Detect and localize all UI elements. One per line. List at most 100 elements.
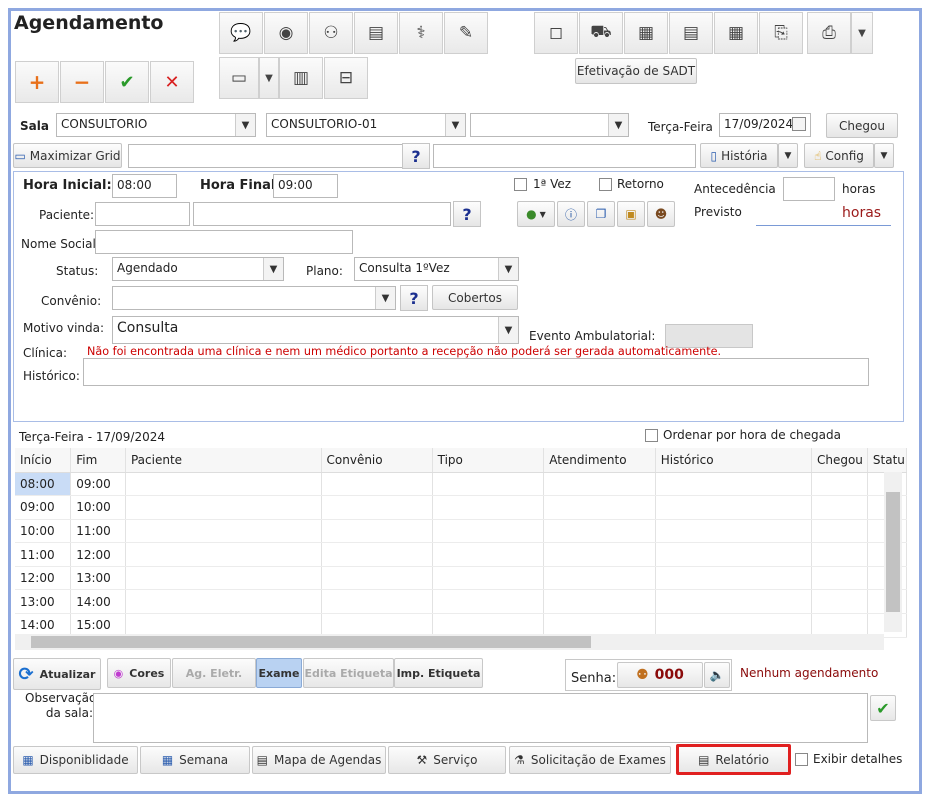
disponibilidade-button[interactable]: ▦ Disponiblidade <box>13 746 138 774</box>
print-dropdown[interactable]: ▼ <box>851 12 873 54</box>
calendar-icon[interactable] <box>792 117 806 131</box>
horizontal-scroll-thumb[interactable] <box>31 636 591 648</box>
col-fim[interactable]: Fim <box>70 448 126 473</box>
clipboard-button[interactable]: ▤ <box>354 12 398 54</box>
cell-fim[interactable]: 13:00 <box>70 566 126 591</box>
info-button[interactable]: ⓘ <box>557 201 585 227</box>
speaker-button[interactable]: 🔈 <box>704 662 730 688</box>
table-row[interactable]: 09:00 10:00 <box>15 495 908 520</box>
link-button[interactable]: ⊟ <box>324 57 368 99</box>
config-dropdown[interactable]: ▼ <box>874 143 894 168</box>
ambulance-button[interactable]: ⛟ <box>579 12 623 54</box>
cell-fim[interactable]: 14:00 <box>70 589 126 615</box>
add-button[interactable]: + <box>15 61 59 103</box>
order-checkbox[interactable] <box>645 429 658 442</box>
retorno-checkbox[interactable] <box>599 178 612 191</box>
report-button[interactable]: ▤ <box>669 12 713 54</box>
exit-button[interactable]: ⎘ <box>759 12 803 54</box>
imp-etiqueta-button[interactable]: Imp. Etiqueta <box>394 658 483 688</box>
cell-inicio[interactable]: 12:00 <box>15 566 72 591</box>
doctor-button[interactable]: ⚕ <box>399 12 443 54</box>
person-button[interactable]: ● ▼ <box>517 201 555 227</box>
document-button[interactable]: ▥ <box>279 57 323 99</box>
consultorio-select[interactable]: CONSULTORIO-01 ▼ <box>266 113 466 137</box>
photo-button[interactable]: ☻ <box>647 201 675 227</box>
hora-inicial-input[interactable]: 08:00 <box>112 174 177 198</box>
extra-select[interactable]: ▼ <box>470 113 629 137</box>
motivo-select[interactable]: Consulta ▼ <box>112 316 519 344</box>
table-row[interactable]: 12:00 13:00 <box>15 566 908 591</box>
table-row[interactable]: 13:00 14:00 <box>15 589 908 615</box>
cell-inicio[interactable]: 08:00 <box>15 472 72 497</box>
col-chegou[interactable]: Chegou <box>811 448 868 473</box>
exame-button[interactable]: Exame <box>256 658 302 688</box>
col-status[interactable]: Statu <box>867 448 908 473</box>
solicitacao-exames-button[interactable]: ⚗ Solicitação de Exames <box>509 746 671 774</box>
sala-select[interactable]: CONSULTORIO ▼ <box>56 113 256 137</box>
sms-button[interactable]: 💬 <box>219 12 263 54</box>
search-input[interactable] <box>128 144 406 168</box>
cell-inicio[interactable]: 10:00 <box>15 519 72 544</box>
vertical-scroll-thumb[interactable] <box>886 492 900 612</box>
cancel-button[interactable]: ✕ <box>150 61 194 103</box>
semana-button[interactable]: ▦ Semana <box>140 746 250 774</box>
table-row[interactable]: 08:00 09:00 <box>15 472 908 497</box>
folder-dropdown[interactable]: ▼ <box>259 57 279 99</box>
col-tipo[interactable]: Tipo <box>432 448 545 473</box>
cobertos-button[interactable]: Cobertos <box>432 285 518 310</box>
observacao-input[interactable] <box>93 693 868 743</box>
note-button[interactable]: ◻ <box>534 12 578 54</box>
cell-inicio[interactable]: 11:00 <box>15 542 72 567</box>
webcam-button[interactable]: ◉ <box>264 12 308 54</box>
plano-select[interactable]: Consulta 1ºVez ▼ <box>354 257 519 281</box>
historico-input[interactable] <box>83 358 869 386</box>
paciente-code-input[interactable] <box>95 202 190 226</box>
col-convenio[interactable]: Convênio <box>321 448 433 473</box>
cores-button[interactable]: ◉ Cores <box>107 658 171 688</box>
convenio-help-button[interactable]: ? <box>400 285 428 311</box>
mapa-agendas-button[interactable]: ▤ Mapa de Agendas <box>252 746 386 774</box>
print-button[interactable]: ⎙ <box>807 12 851 54</box>
paciente-name-input[interactable] <box>193 202 451 226</box>
historia-dropdown[interactable]: ▼ <box>778 143 798 168</box>
table-row[interactable]: 10:00 11:00 <box>15 519 908 544</box>
cell-inicio[interactable]: 13:00 <box>15 589 72 615</box>
confirm-button[interactable]: ✔ <box>105 61 149 103</box>
search-input-2[interactable] <box>433 144 696 168</box>
atualizar-button[interactable]: ⟳ Atualizar <box>13 658 101 690</box>
horizontal-scrollbar[interactable] <box>15 634 884 650</box>
help-button[interactable]: ? <box>402 143 430 169</box>
ag-eletr-button[interactable]: Ag. Eletr. <box>172 658 256 688</box>
vertical-scrollbar[interactable] <box>884 472 902 632</box>
save-observacao-button[interactable]: ✔ <box>870 695 896 721</box>
copy-button[interactable]: ❐ <box>587 201 615 227</box>
chegou-button[interactable]: Chegou <box>826 113 898 138</box>
col-historico[interactable]: Histórico <box>655 448 812 473</box>
servico-button[interactable]: ⚒ Serviço <box>388 746 506 774</box>
users-button[interactable]: ⚇ <box>309 12 353 54</box>
col-inicio[interactable]: Início <box>15 448 72 473</box>
folder-button[interactable]: ▭ <box>219 57 259 99</box>
cell-fim[interactable]: 10:00 <box>70 495 126 520</box>
lab-button[interactable]: ▦ <box>714 12 758 54</box>
exibir-detalhes-checkbox[interactable] <box>795 753 808 766</box>
convenio-select[interactable]: ▼ <box>112 286 396 310</box>
col-atendimento[interactable]: Atendimento <box>543 448 656 473</box>
historia-button[interactable]: ▯ História <box>700 143 778 168</box>
antecedencia-input[interactable] <box>783 177 835 201</box>
cell-inicio[interactable]: 09:00 <box>15 495 72 520</box>
notes-button[interactable]: ✎ <box>444 12 488 54</box>
maximizar-grid-button[interactable]: ▭ Maximizar Grid <box>13 143 122 168</box>
primeira-vez-checkbox[interactable] <box>514 178 527 191</box>
config-button[interactable]: ☝ Config <box>804 143 874 168</box>
senha-button[interactable]: ⚉ 000 <box>617 662 703 688</box>
paciente-help-button[interactable]: ? <box>453 201 481 227</box>
efetivacao-sadt-button[interactable]: Efetivação de SADT <box>575 58 697 84</box>
hora-final-input[interactable]: 09:00 <box>273 174 338 198</box>
cell-fim[interactable]: 09:00 <box>70 472 126 497</box>
cell-fim[interactable]: 12:00 <box>70 542 126 567</box>
paste-button[interactable]: ▣ <box>617 201 645 227</box>
relatorio-button[interactable]: ▤ Relatório <box>676 744 791 775</box>
table-row[interactable]: 11:00 12:00 <box>15 542 908 567</box>
nome-social-input[interactable] <box>95 230 353 254</box>
